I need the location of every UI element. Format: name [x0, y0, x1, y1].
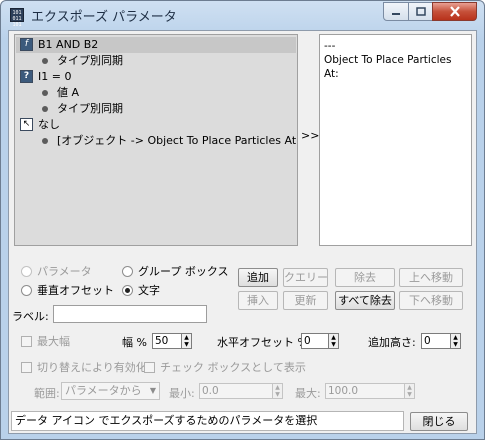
- spin-down-icon[interactable]: ▼: [405, 391, 414, 398]
- max-caption: 最大:: [295, 387, 321, 400]
- spinner-value[interactable]: 0: [301, 333, 329, 349]
- spin-up-icon[interactable]: ▲: [182, 334, 191, 341]
- tree-item-label: I1 = 0: [38, 70, 72, 83]
- exposed-parameter-list[interactable]: --- Object To Place Particles At:: [319, 34, 472, 246]
- max-width-checkbox[interactable]: 最大幅: [21, 333, 70, 349]
- spin-up-icon[interactable]: ▲: [405, 384, 414, 391]
- radio-circle: [122, 265, 133, 277]
- list-item[interactable]: ---: [324, 39, 467, 53]
- show-as-checkbox-checkbox[interactable]: チェック ボックスとして表示: [144, 359, 306, 375]
- app-icon: 101 011 101: [10, 8, 24, 28]
- minimize-button[interactable]: [383, 2, 409, 21]
- tree-item-function[interactable]: f B1 AND B2: [16, 37, 296, 53]
- spin-down-icon[interactable]: ▼: [451, 341, 460, 348]
- range-caption: 範囲:: [34, 387, 60, 400]
- spinner-arrows[interactable]: ▲ ▼: [182, 333, 192, 349]
- spinner-arrows[interactable]: ▲ ▼: [405, 383, 415, 399]
- spinner-value[interactable]: 0.0: [199, 383, 273, 399]
- dialog-body: f B1 AND B2 タイプ別同期 ? I1 = 0 値 A タイプ別同期 ↖: [8, 30, 477, 434]
- tree-item-label: 値 A: [57, 86, 80, 99]
- min-caption: 最小:: [169, 387, 195, 400]
- radio-label: 文字: [138, 284, 160, 297]
- spinner-arrows[interactable]: ▲ ▼: [451, 333, 461, 349]
- tree-item-label: B1 AND B2: [38, 38, 99, 51]
- query-button[interactable]: クエリー: [283, 268, 328, 287]
- radio-circle: [21, 265, 32, 277]
- spin-up-icon[interactable]: ▲: [273, 384, 282, 391]
- condition-icon: ?: [20, 70, 33, 83]
- dialog-window: 101 011 101 エクスポーズ パラメータ f B1 AND B2 タイプ別同…: [0, 0, 485, 440]
- parameter-tree[interactable]: f B1 AND B2 タイプ別同期 ? I1 = 0 値 A タイプ別同期 ↖: [14, 34, 298, 246]
- width-pct-spinner[interactable]: 50 ▲ ▼: [152, 333, 192, 349]
- update-button[interactable]: 更新: [283, 291, 328, 310]
- function-icon: f: [20, 38, 33, 51]
- tree-item-label: なし: [38, 118, 60, 131]
- close-button[interactable]: 閉じる: [410, 412, 468, 431]
- radio-circle: [21, 284, 32, 296]
- title-bar[interactable]: 101 011 101 エクスポーズ パラメータ: [1, 1, 484, 29]
- radio-group-box[interactable]: グループ ボックス: [122, 263, 229, 279]
- maximize-icon: [415, 7, 426, 16]
- transfer-arrows: >>: [301, 129, 320, 142]
- min-spinner[interactable]: 0.0 ▲ ▼: [199, 383, 283, 399]
- checkbox-label: チェック ボックスとして表示: [160, 361, 306, 374]
- spin-down-icon[interactable]: ▼: [182, 341, 191, 348]
- checkbox-label: 切り替えにより有効化: [37, 361, 147, 374]
- bullet-icon: [42, 106, 48, 112]
- range-select[interactable]: パラメータから ▼: [61, 382, 160, 400]
- bullet-icon: [42, 90, 48, 96]
- extra-height-label: 追加高さ:: [368, 336, 416, 349]
- chevron-down-icon: ▼: [149, 386, 156, 395]
- extra-height-spinner[interactable]: 0 ▲ ▼: [421, 333, 461, 349]
- toggle-enable-checkbox[interactable]: 切り替えにより有効化: [21, 359, 147, 375]
- cursor-icon: ↖: [20, 118, 33, 131]
- radio-label: グループ ボックス: [138, 265, 229, 278]
- tree-item-label: タイプ別同期: [57, 102, 123, 115]
- checkbox-box: [21, 361, 32, 373]
- window-title: エクスポーズ パラメータ: [31, 10, 177, 25]
- radio-vertical-offset[interactable]: 垂直オフセット: [21, 282, 114, 298]
- radio-text[interactable]: 文字: [122, 282, 160, 298]
- spin-down-icon[interactable]: ▼: [273, 391, 282, 398]
- tree-item-label: タイプ別同期: [57, 54, 123, 67]
- spinner-value[interactable]: 100.0: [325, 383, 405, 399]
- radio-parameter[interactable]: パラメータ: [21, 263, 92, 279]
- range-select-value: パラメータから: [65, 384, 142, 397]
- spinner-value[interactable]: 50: [152, 333, 182, 349]
- minimize-icon: [392, 12, 400, 15]
- radio-circle-selected: [122, 284, 133, 296]
- spinner-value[interactable]: 0: [421, 333, 451, 349]
- spin-up-icon[interactable]: ▲: [451, 334, 460, 341]
- tree-item-label: [オブジェクト -> Object To Place Particles At:…: [57, 134, 298, 147]
- h-offset-spinner[interactable]: 0 ▲ ▼: [301, 333, 339, 349]
- remove-button[interactable]: 除去: [335, 268, 395, 287]
- checkbox-label: 最大幅: [37, 335, 70, 348]
- width-pct-label: 幅 %: [122, 336, 147, 349]
- checkbox-box: [144, 361, 155, 373]
- radio-label: パラメータ: [37, 265, 92, 278]
- h-offset-label: 水平オフセット %: [217, 336, 308, 349]
- move-down-button[interactable]: 下へ移動: [399, 291, 463, 310]
- spinner-arrows[interactable]: ▲ ▼: [329, 333, 339, 349]
- max-spinner[interactable]: 100.0 ▲ ▼: [325, 383, 415, 399]
- spin-down-icon[interactable]: ▼: [329, 341, 338, 348]
- radio-label: 垂直オフセット: [37, 284, 114, 297]
- bullet-icon: [42, 58, 48, 64]
- remove-all-button[interactable]: すべて除去: [335, 291, 395, 310]
- spinner-arrows[interactable]: ▲ ▼: [273, 383, 283, 399]
- spin-up-icon[interactable]: ▲: [329, 334, 338, 341]
- list-item[interactable]: Object To Place Particles At:: [324, 53, 467, 81]
- label-caption: ラベル:: [12, 310, 49, 323]
- close-icon: [449, 6, 460, 17]
- move-up-button[interactable]: 上へ移動: [399, 268, 463, 287]
- bullet-icon: [42, 138, 48, 144]
- status-bar: データ アイコン でエクスポーズするためのパラメータを選択: [11, 411, 404, 431]
- close-window-button[interactable]: [432, 2, 477, 21]
- label-input[interactable]: [53, 305, 207, 323]
- add-button[interactable]: 追加: [238, 268, 278, 287]
- checkbox-box: [21, 335, 32, 347]
- insert-button[interactable]: 挿入: [238, 291, 278, 310]
- maximize-button[interactable]: [408, 2, 433, 21]
